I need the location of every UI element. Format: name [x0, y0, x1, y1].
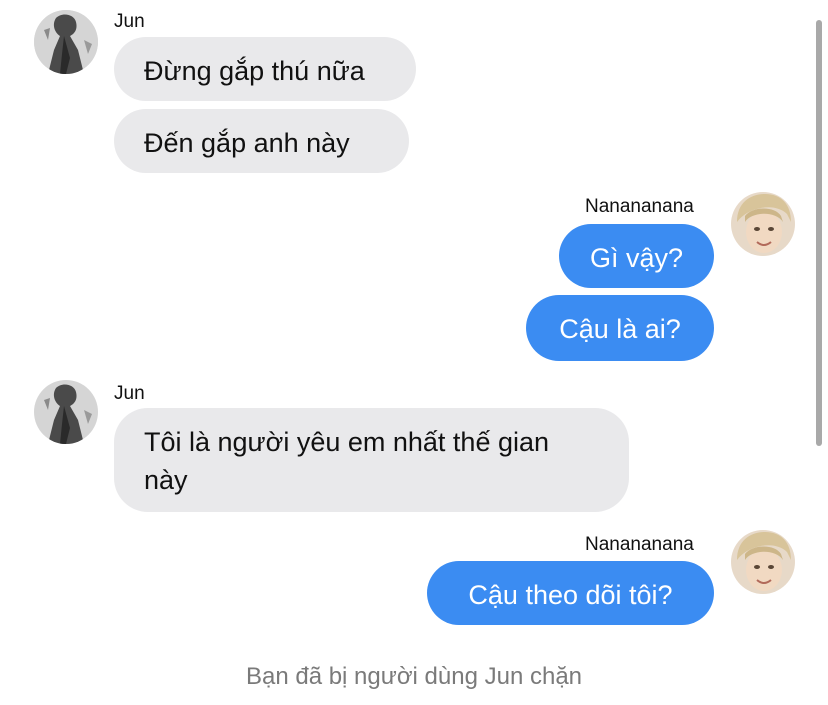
sender-name-nanananana: Nanananana [585, 196, 694, 217]
avatar-jun-icon [34, 380, 98, 444]
sender-name-jun: Jun [114, 383, 145, 404]
message-bubble-outgoing[interactable]: Cậu theo dõi tôi? [427, 561, 714, 625]
avatar-jun-icon [34, 10, 98, 74]
message-bubble-incoming[interactable]: Đừng gắp thú nữa [114, 37, 416, 101]
sender-name-nanananana: Nanananana [585, 534, 694, 555]
avatar-nanananana[interactable] [731, 530, 795, 594]
avatar-nanananana-icon [731, 530, 795, 594]
message-bubble-outgoing[interactable]: Cậu là ai? [526, 295, 714, 361]
avatar-nanananana[interactable] [731, 192, 795, 256]
message-bubble-outgoing[interactable]: Gì vậy? [559, 224, 714, 288]
blocked-status-text: Bạn đã bị người dùng Jun chặn [245, 663, 583, 690]
avatar-nanananana-icon [731, 192, 795, 256]
scrollbar[interactable] [816, 20, 822, 446]
message-bubble-incoming[interactable]: Đến gắp anh này [114, 109, 409, 173]
avatar-jun[interactable] [34, 10, 98, 74]
avatar-jun[interactable] [34, 380, 98, 444]
message-bubble-incoming[interactable]: Tôi là người yêu em nhất thế gian này [114, 408, 629, 512]
sender-name-jun: Jun [114, 11, 145, 32]
